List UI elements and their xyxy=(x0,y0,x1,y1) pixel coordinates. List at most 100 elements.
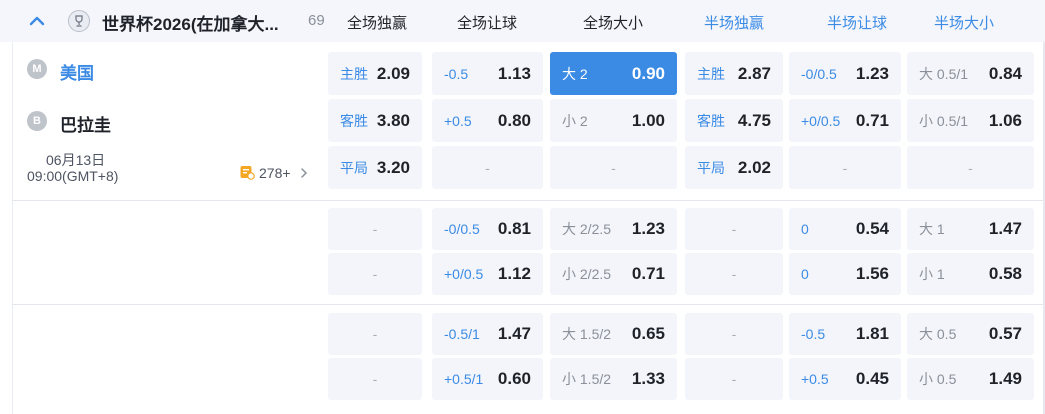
odds-cell-ht-1x2-r3[interactable]: 平局 2.02 xyxy=(685,146,783,189)
odds-cell-ht-handicap-r6[interactable]: -0.5 1.81 xyxy=(789,313,901,355)
col-header-ht-total: 半场大小 xyxy=(933,15,994,32)
odds-cell-ft-handicap-r1[interactable]: -0.5 1.13 xyxy=(432,52,543,95)
odds-value: 0.58 xyxy=(988,264,1022,283)
odds-label: 小 2/2.5 xyxy=(562,266,612,282)
odds-label: -0.5 xyxy=(444,65,469,82)
odds-empty-dash: - xyxy=(731,371,737,387)
odds-cell-ft-total-r7[interactable]: 小 1.5/2 1.33 xyxy=(550,358,677,400)
odds-cell-ft-total-r5[interactable]: 小 2/2.5 0.71 xyxy=(550,253,677,295)
odds-value: 0.57 xyxy=(988,324,1022,343)
home-team-name[interactable]: 美国 xyxy=(60,59,94,84)
odds-value: 0.65 xyxy=(631,324,665,343)
odds-cell-ht-total-r2[interactable]: 小 0.5/1 1.06 xyxy=(907,99,1034,142)
odds-cell-ft-handicap-r2[interactable]: +0.5 0.80 xyxy=(432,99,543,142)
odds-label: 小 1 xyxy=(919,266,945,282)
odds-cell-ft-1x2-r1[interactable]: 主胜 2.09 xyxy=(328,52,422,95)
odds-value: 1.12 xyxy=(497,264,531,283)
more-bets-icon[interactable] xyxy=(239,164,255,180)
odds-label: -0/0.5 xyxy=(801,65,837,82)
odds-value: 3.20 xyxy=(376,157,410,177)
odds-cell-ht-1x2-r6: - xyxy=(685,313,783,355)
odds-value: 1.47 xyxy=(497,324,531,343)
odds-cell-ht-total-r1[interactable]: 大 0.5/1 0.84 xyxy=(907,52,1034,95)
odds-cell-ht-total-r4[interactable]: 大 1 1.47 xyxy=(907,208,1034,250)
odds-cell-ft-total-r4[interactable]: 大 2/2.5 1.23 xyxy=(550,208,677,250)
section-divider xyxy=(12,304,1043,305)
odds-cell-ht-handicap-r1[interactable]: -0/0.5 1.23 xyxy=(789,52,901,95)
chevron-up-icon[interactable] xyxy=(28,12,46,30)
chevron-right-icon[interactable] xyxy=(299,167,309,179)
odds-label: 主胜 xyxy=(697,65,725,82)
odds-empty-dash: - xyxy=(731,326,737,342)
odds-empty-dash: - xyxy=(842,159,848,176)
league-header: 世界杯2026(在加拿大... 69 全场独赢 全场让球 全场大小 半场独赢 半… xyxy=(0,0,1045,42)
odds-cell-ft-1x2-r2[interactable]: 客胜 3.80 xyxy=(328,99,422,142)
odds-cell-ft-1x2-r3[interactable]: 平局 3.20 xyxy=(328,146,422,189)
odds-label: +0/0.5 xyxy=(444,266,484,282)
odds-label: 0 xyxy=(801,221,809,237)
odds-label: 大 0.5 xyxy=(919,326,957,342)
odds-value: 1.33 xyxy=(631,369,665,388)
home-team-badge: M xyxy=(27,59,47,79)
away-team-name[interactable]: 巴拉圭 xyxy=(60,111,111,136)
odds-label: -0/0.5 xyxy=(444,221,480,237)
odds-cell-ft-1x2-r5: - xyxy=(328,253,422,295)
odds-cell-ht-1x2-r2[interactable]: 客胜 4.75 xyxy=(685,99,783,142)
odds-cell-ft-1x2-r6: - xyxy=(328,313,422,355)
trophy-badge-icon xyxy=(68,10,90,32)
odds-value: 0.81 xyxy=(497,219,531,238)
odds-cell-ht-total-r7[interactable]: 小 0.5 1.49 xyxy=(907,358,1034,400)
odds-label: +0/0.5 xyxy=(801,112,841,129)
odds-cell-ft-handicap-r5[interactable]: +0/0.5 1.12 xyxy=(432,253,543,295)
league-name[interactable]: 世界杯2026(在加拿大... xyxy=(102,10,279,35)
odds-cell-ft-handicap-r7[interactable]: +0.5/1 0.60 xyxy=(432,358,543,400)
match-date: 06月13日 xyxy=(46,152,106,168)
odds-value: 1.13 xyxy=(497,63,531,83)
left-border xyxy=(12,42,13,414)
odds-cell-ht-1x2-r1[interactable]: 主胜 2.87 xyxy=(685,52,783,95)
odds-value: 2.09 xyxy=(376,63,410,83)
odds-empty-dash: - xyxy=(731,221,737,237)
odds-cell-ft-handicap-r6[interactable]: -0.5/1 1.47 xyxy=(432,313,543,355)
odds-value: 0.90 xyxy=(631,63,665,83)
odds-cell-ht-1x2-r4: - xyxy=(685,208,783,250)
odds-label: 0 xyxy=(801,266,809,282)
odds-value: 0.71 xyxy=(631,264,665,283)
odds-cell-ft-1x2-r7: - xyxy=(328,358,422,400)
col-header-ft-1x2: 全场独赢 xyxy=(346,15,407,32)
odds-cell-ht-total-r5[interactable]: 小 1 0.58 xyxy=(907,253,1034,295)
odds-cell-ht-handicap-r7[interactable]: +0.5 0.45 xyxy=(789,358,901,400)
odds-value: 1.06 xyxy=(988,110,1022,130)
away-team-badge: B xyxy=(27,111,47,131)
odds-value: 1.00 xyxy=(631,110,665,130)
col-header-ht-1x2: 半场独赢 xyxy=(703,15,764,32)
odds-cell-ht-total-r6[interactable]: 大 0.5 0.57 xyxy=(907,313,1034,355)
odds-cell-ft-total-r1[interactable]: 大 2 0.90 xyxy=(550,52,677,95)
more-bets-count[interactable]: 278+ xyxy=(259,165,291,181)
odds-value: 4.75 xyxy=(737,110,771,130)
odds-value: 1.23 xyxy=(631,219,665,238)
match-time: 09:00(GMT+8) xyxy=(27,168,119,184)
odds-label: -0.5 xyxy=(801,326,826,342)
odds-empty-dash: - xyxy=(485,159,490,176)
odds-cell-ft-handicap-r4[interactable]: -0/0.5 0.81 xyxy=(432,208,543,250)
odds-cell-ft-total-r2[interactable]: 小 2 1.00 xyxy=(550,99,677,142)
odds-value: 0.60 xyxy=(497,369,531,388)
odds-cell-ht-handicap-r2[interactable]: +0/0.5 0.71 xyxy=(789,99,901,142)
odds-label: 大 2 xyxy=(562,65,588,82)
odds-value: 2.87 xyxy=(737,63,771,83)
odds-value: 1.81 xyxy=(855,324,889,343)
odds-cell-ht-handicap-r4[interactable]: 0 0.54 xyxy=(789,208,901,250)
odds-value: 1.49 xyxy=(988,369,1022,388)
odds-label: 小 0.5 xyxy=(919,371,957,387)
odds-cell-ft-total-r6[interactable]: 大 1.5/2 0.65 xyxy=(550,313,677,355)
odds-empty-dash: - xyxy=(372,326,378,342)
odds-empty-dash: - xyxy=(968,159,973,176)
odds-cell-ht-total-r3: - xyxy=(907,146,1034,189)
odds-empty-dash: - xyxy=(611,159,616,176)
odds-label: +0.5 xyxy=(801,371,829,387)
odds-cell-ht-1x2-r7: - xyxy=(685,358,783,400)
odds-label: 大 2/2.5 xyxy=(562,221,612,237)
odds-value: 1.23 xyxy=(855,63,889,83)
odds-cell-ht-handicap-r5[interactable]: 0 1.56 xyxy=(789,253,901,295)
